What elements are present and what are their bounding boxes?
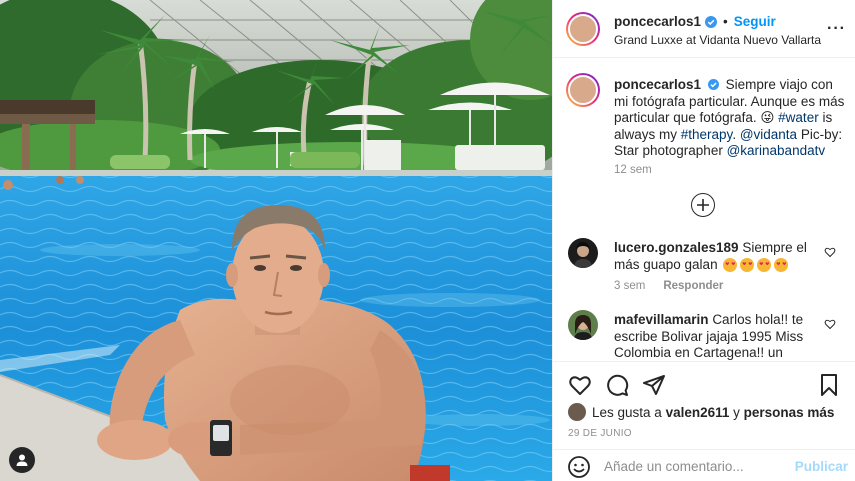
post-location[interactable]: Grand Luxxe at Vidanta Nuevo Vallarta [614, 33, 821, 47]
comments-section[interactable]: poncecarlos1 Siempre viajo con mi fotógr… [553, 59, 855, 360]
comment-avatar[interactable] [568, 310, 598, 340]
author-avatar[interactable] [566, 12, 600, 46]
heart-eyes-emojis [723, 257, 789, 272]
post-side-panel: poncecarlos1 • Seguir Grand Luxxe at Vid… [552, 0, 855, 481]
heart-icon[interactable] [568, 373, 592, 397]
caption-avatar[interactable] [566, 73, 600, 107]
user-tag-button[interactable] [9, 447, 35, 473]
comment-item: lucero.gonzales189 Siempre el más guapo … [614, 240, 814, 273]
post-actions: Les gusta a valen2611 y personas más 29 … [553, 361, 855, 481]
hashtag-water[interactable]: #water [778, 110, 819, 125]
liker-avatar [568, 403, 586, 421]
user-tag-icon [16, 454, 28, 466]
verified-badge-icon [705, 15, 718, 28]
mention-karinabandatv[interactable]: @karinabandatv [727, 143, 826, 158]
save-icon[interactable] [817, 373, 841, 397]
header-separator: • [723, 14, 728, 29]
add-comment-bar: Publicar [553, 449, 855, 481]
comment-username[interactable]: lucero.gonzales189 [614, 240, 739, 255]
likes-others[interactable]: personas más [744, 405, 835, 420]
author-row: poncecarlos1 • Seguir [614, 14, 776, 29]
likes-summary[interactable]: Les gusta a valen2611 y personas más [568, 403, 834, 421]
load-more-comments-button[interactable] [691, 193, 715, 217]
comment-icon[interactable] [605, 373, 629, 397]
reply-button[interactable]: Responder [663, 280, 723, 292]
heart-eyes-emoji-icon [757, 257, 772, 272]
caption-text: . [732, 126, 740, 142]
liker-username[interactable]: valen2611 [666, 405, 730, 420]
heart-eyes-emoji-icon [740, 257, 755, 272]
post-header: poncecarlos1 • Seguir Grand Luxxe at Vid… [553, 0, 855, 58]
caption-timestamp[interactable]: 12 sem [614, 164, 652, 176]
like-comment-heart-icon[interactable] [824, 246, 836, 258]
comment-avatar[interactable] [568, 238, 598, 268]
likes-joiner: y [729, 404, 744, 420]
author-username[interactable]: poncecarlos1 [614, 14, 701, 29]
likes-prefix: Les gusta a [592, 404, 666, 420]
commenter-photo [568, 310, 598, 340]
share-icon[interactable] [642, 373, 666, 397]
post-photo[interactable] [0, 0, 552, 481]
follow-button[interactable]: Seguir [734, 14, 776, 29]
heart-eyes-emoji-icon [774, 257, 789, 272]
comment-username[interactable]: mafevillamarin [614, 312, 709, 327]
publish-button[interactable]: Publicar [795, 459, 848, 474]
comment-timestamp[interactable]: 3 sem [614, 280, 645, 292]
mention-vidanta[interactable]: @vidanta [740, 127, 797, 142]
like-comment-heart-icon[interactable] [824, 318, 836, 330]
more-options-icon[interactable]: ··· [827, 20, 846, 38]
comment-meta: 3 sem Responder [614, 280, 723, 292]
pool-photo-image [0, 0, 552, 481]
load-more-icon [697, 199, 709, 211]
verified-badge-icon [707, 79, 719, 90]
emoji-icon[interactable] [567, 455, 591, 479]
hashtag-therapy[interactable]: #therapy [681, 127, 733, 142]
comment-input[interactable] [604, 459, 789, 474]
heart-eyes-emoji-icon [723, 257, 738, 272]
caption-username[interactable]: poncecarlos1 [614, 77, 701, 92]
comment-item: mafevillamarin Carlos hola!! te escribe … [614, 312, 814, 360]
commenter-photo [574, 242, 592, 268]
post-caption: poncecarlos1 Siempre viajo con mi fotógr… [614, 77, 846, 160]
instagram-post: poncecarlos1 • Seguir Grand Luxxe at Vid… [0, 0, 855, 481]
post-date[interactable]: 29 DE JUNIO [568, 428, 632, 439]
